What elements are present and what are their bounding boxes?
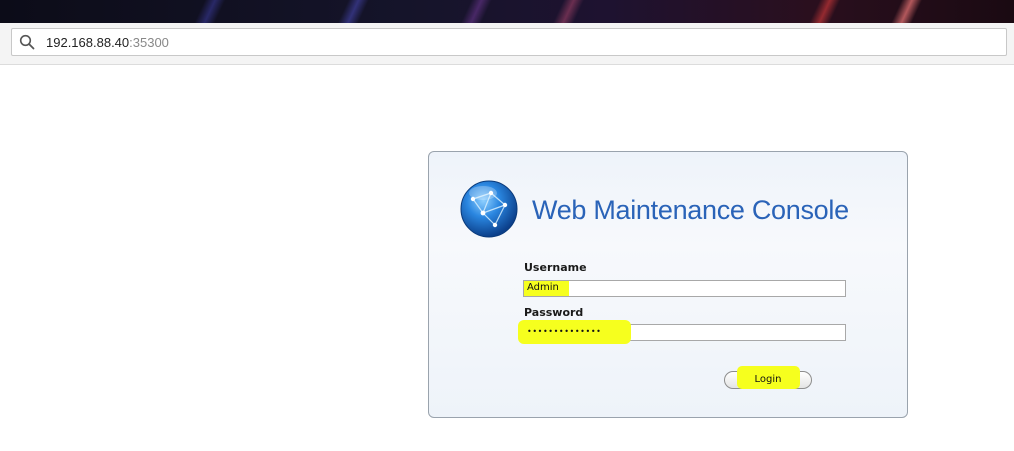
search-icon <box>19 34 35 50</box>
login-button[interactable]: Login <box>724 366 812 389</box>
globe-network-icon <box>460 180 518 238</box>
console-title: Web Maintenance Console <box>532 195 849 225</box>
username-value: Admin <box>527 282 559 293</box>
browser-address-bar: 192.168.88.40:35300 <box>0 23 1014 65</box>
password-field[interactable]: •••••••••••••• <box>518 320 846 344</box>
login-label: Login <box>754 374 782 385</box>
browser-top-strip <box>0 0 1014 23</box>
url-port: :35300 <box>129 35 169 50</box>
password-value: •••••••••••••• <box>527 327 602 336</box>
address-input[interactable]: 192.168.88.40:35300 <box>11 28 1007 56</box>
username-field[interactable]: Admin <box>523 280 846 297</box>
login-panel: Web Maintenance Console Username Admin P… <box>428 151 908 418</box>
url-text: 192.168.88.40:35300 <box>46 35 169 50</box>
password-label: Password <box>524 306 584 319</box>
url-host: 192.168.88.40 <box>46 35 130 50</box>
username-label: Username <box>524 261 587 274</box>
